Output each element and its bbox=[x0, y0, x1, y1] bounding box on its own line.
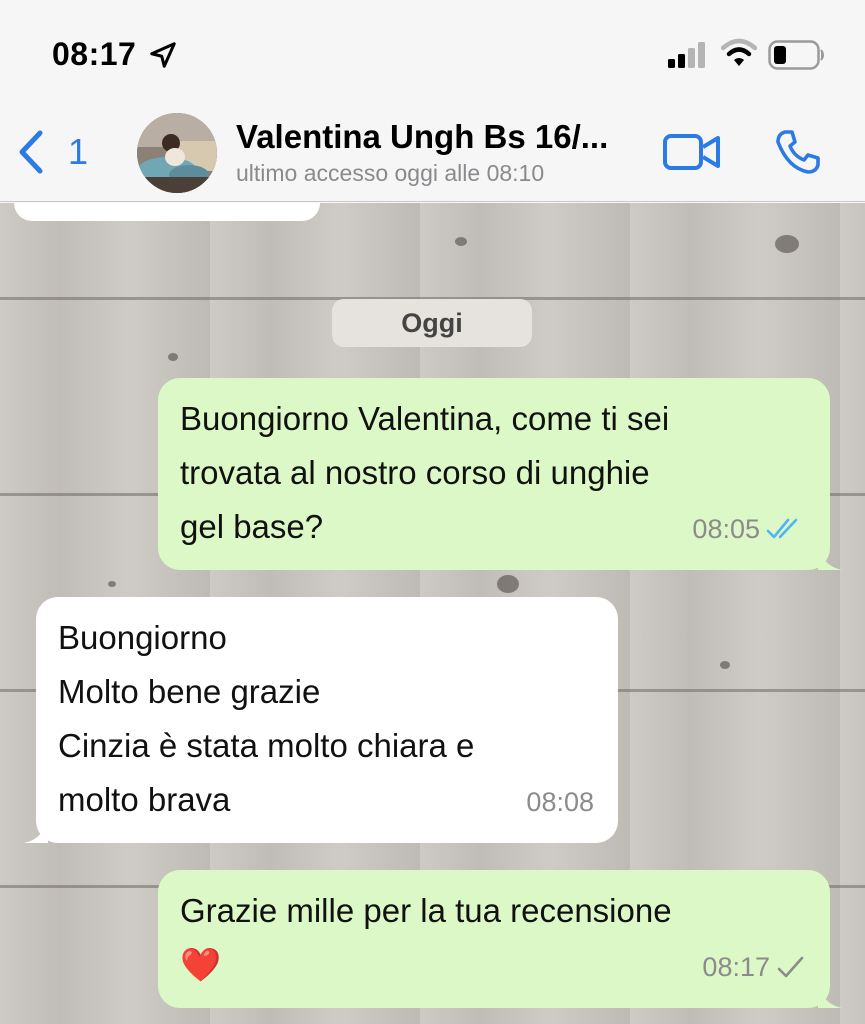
phone-icon[interactable] bbox=[774, 128, 822, 176]
wallpaper-knot bbox=[720, 661, 730, 669]
contact-name[interactable]: Valentina Ungh Bs 16/... bbox=[236, 118, 608, 156]
message-text: Buongiorno Molto bene grazie Cinzia è st… bbox=[58, 619, 475, 818]
message-time: 08:17 bbox=[702, 952, 770, 982]
previous-message-bubble[interactable] bbox=[14, 203, 320, 221]
message-meta: 08:05 bbox=[692, 502, 806, 556]
back-button[interactable]: 1 bbox=[16, 120, 88, 184]
bubble-tail bbox=[818, 544, 842, 570]
last-seen-status: ultimo accesso oggi alle 08:10 bbox=[236, 160, 545, 186]
single-check-icon bbox=[777, 956, 804, 978]
bubble-tail bbox=[24, 817, 48, 843]
double-check-icon bbox=[766, 518, 798, 539]
unread-count: 1 bbox=[68, 131, 89, 172]
status-bar: 08:17 bbox=[0, 0, 865, 100]
incoming-message[interactable]: Buongiorno Molto bene grazie Cinzia è st… bbox=[24, 597, 618, 843]
battery-icon bbox=[768, 40, 824, 70]
location-arrow-icon bbox=[150, 42, 176, 68]
wallpaper-knot bbox=[455, 237, 467, 246]
wifi-icon bbox=[721, 38, 757, 66]
message-meta: 08:08 bbox=[526, 775, 594, 829]
status-time: 08:17 bbox=[52, 36, 137, 72]
back-chevron-icon bbox=[19, 130, 43, 174]
chat-header: 1 Valentina Ungh Bs 16/... ultimo access… bbox=[0, 100, 865, 202]
wallpaper-knot bbox=[168, 353, 178, 361]
chat-area[interactable]: Oggi Buongiorno Valentina, come ti sei t… bbox=[0, 203, 865, 1024]
video-call-icon[interactable] bbox=[662, 132, 722, 172]
date-separator: Oggi bbox=[332, 299, 532, 347]
wallpaper-knot bbox=[497, 575, 519, 593]
wallpaper-knot bbox=[775, 235, 799, 253]
message-time: 08:08 bbox=[526, 787, 594, 817]
signal-icon bbox=[668, 42, 705, 68]
wallpaper-knot bbox=[108, 581, 116, 587]
message-time: 08:05 bbox=[692, 514, 760, 544]
outgoing-message[interactable]: Grazie mille per la tua recensione ❤️ 08… bbox=[158, 870, 842, 1008]
avatar-photo bbox=[137, 113, 217, 193]
message-meta: 08:17 bbox=[702, 940, 806, 994]
avatar[interactable] bbox=[137, 113, 217, 193]
bubble-tail bbox=[818, 982, 842, 1008]
outgoing-message[interactable]: Buongiorno Valentina, come ti sei trovat… bbox=[158, 378, 842, 570]
